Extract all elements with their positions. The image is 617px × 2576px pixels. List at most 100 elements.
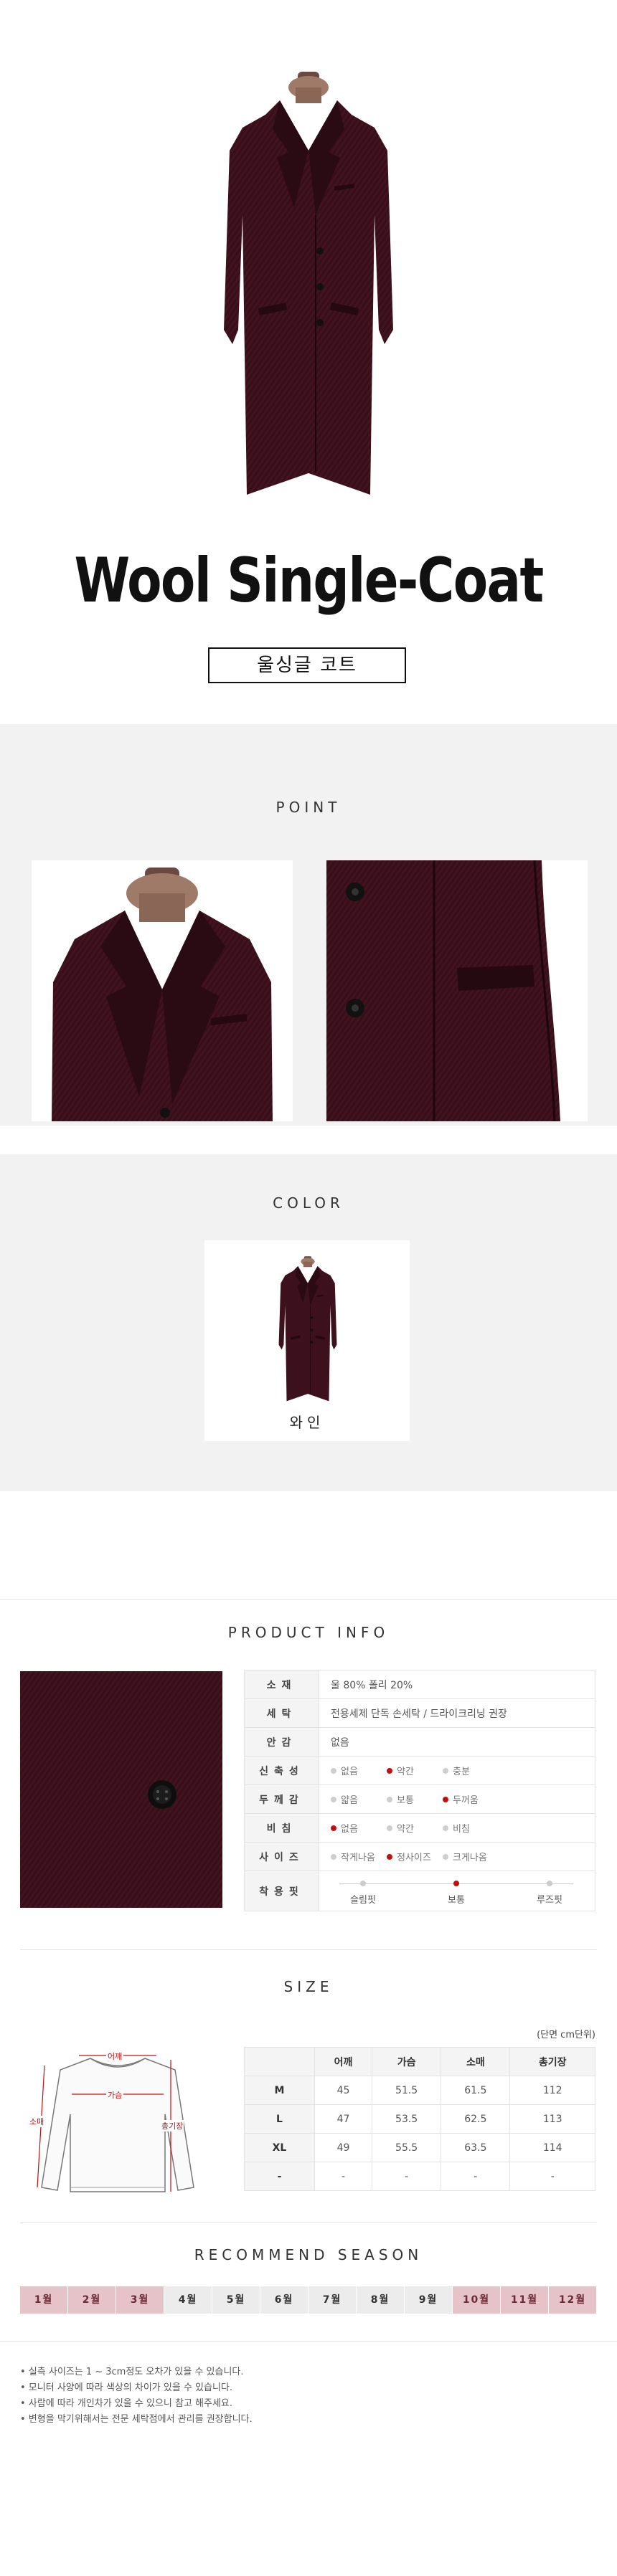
size-cell: 53.5	[372, 2104, 442, 2134]
size-row: XL 49 55.5 63.5 114	[244, 2133, 595, 2162]
info-label: 소재	[244, 1670, 319, 1699]
info-label: 안감	[244, 1727, 319, 1757]
option-dot-icon	[443, 1854, 448, 1860]
size-col-header: 총기장	[509, 2047, 595, 2076]
size-cell: -	[509, 2162, 595, 2191]
size-cell: 55.5	[372, 2133, 442, 2162]
size-cell: 114	[509, 2133, 595, 2162]
season-month-4: 4월	[164, 2286, 212, 2314]
info-label: 비침	[244, 1813, 319, 1843]
info-row-lining: 안감 없음	[244, 1727, 595, 1757]
option-item: 약간	[387, 1821, 443, 1835]
season-month-5: 5월	[212, 2286, 260, 2314]
product-info-section: PRODUCT INFO 소재 울 80% 폴리 20% 세탁 전용세제 단독 …	[0, 1599, 617, 2341]
point-image-buttons	[326, 860, 588, 1121]
info-label: 신축성	[244, 1756, 319, 1785]
color-section: COLOR 와인	[0, 1154, 617, 1491]
option-dot-icon	[331, 1797, 336, 1802]
info-label: 두께감	[244, 1784, 319, 1814]
size-row: - - - - -	[244, 2162, 595, 2191]
option-dot-icon	[443, 1768, 448, 1774]
option-dot-icon	[331, 1825, 336, 1831]
product-info-heading: PRODUCT INFO	[227, 1624, 390, 1641]
info-label: 착용핏	[244, 1871, 319, 1911]
option-dot-icon	[331, 1768, 336, 1774]
option-item: 보통	[387, 1792, 443, 1806]
fit-tick-icon	[360, 1880, 366, 1886]
info-row-sheerness: 비침 없음 약간 비침	[244, 1813, 595, 1843]
option-item: 정사이즈	[387, 1850, 443, 1863]
option-dot-icon	[387, 1797, 392, 1802]
fit-tick-icon	[453, 1880, 459, 1886]
size-cell: 49	[314, 2133, 373, 2162]
option-group: 얇음 보통 두꺼움	[319, 1784, 595, 1814]
option-item: 얇음	[331, 1792, 387, 1806]
season-month-9: 9월	[405, 2286, 453, 2314]
option-item: 작게나옴	[331, 1850, 387, 1863]
size-cell: -	[441, 2162, 511, 2191]
season-month-2: 2월	[68, 2286, 116, 2314]
size-col-header: 어깨	[314, 2047, 373, 2076]
info-row-size-fit: 사이즈 작게나옴 정사이즈 크게나옴	[244, 1842, 595, 1871]
size-row-label: -	[244, 2162, 315, 2191]
option-group: 없음 약간 비침	[319, 1813, 595, 1843]
info-row-stretch: 신축성 없음 약간 충분	[244, 1756, 595, 1785]
spacer	[0, 1126, 617, 1154]
option-dot-icon	[387, 1825, 392, 1831]
size-table-header: 어깨 가슴 소매 총기장	[244, 2047, 595, 2076]
diagram-label-chest: 가슴	[106, 2089, 124, 2101]
note-item: • 실측 사이즈는 1 ~ 3cm정도 오차가 있을 수 있습니다.	[20, 2367, 244, 2377]
size-row-label: XL	[244, 2133, 315, 2162]
size-cell: 61.5	[441, 2076, 511, 2105]
product-detail-page: Wool Single-Coat 울싱글 코트 POINT COLOR 와인 P…	[0, 0, 617, 2576]
section-divider	[20, 1949, 597, 1950]
info-value: 없음	[319, 1727, 595, 1757]
season-month-3: 3월	[116, 2286, 164, 2314]
section-divider	[20, 2222, 597, 2223]
size-cell: -	[372, 2162, 442, 2191]
option-dot-icon	[331, 1854, 336, 1860]
color-swatch-label: 와인	[289, 1414, 325, 1431]
diagram-label-shoulder: 어깨	[106, 2050, 124, 2062]
fit-label: 슬림핏	[350, 1894, 376, 1906]
notes-section: • 실측 사이즈는 1 ~ 3cm정도 오차가 있을 수 있습니다. • 모니터…	[0, 2341, 617, 2576]
size-heading: SIZE	[283, 1978, 334, 1995]
coat-swatch-image	[273, 1255, 342, 1405]
hero-section: Wool Single-Coat 울싱글 코트	[0, 0, 617, 724]
info-row-wearing-fit: 착용핏 슬림핏 보통 루즈핏	[244, 1871, 595, 1911]
option-item: 비침	[443, 1821, 499, 1835]
size-diagram: 어깨 가슴 소매 총기장	[29, 2044, 204, 2200]
option-group: 작게나옴 정사이즈 크게나옴	[319, 1842, 595, 1871]
season-month-row: 1월 2월 3월 4월 5월 6월 7월 8월 9월 10월 11월 12월	[20, 2286, 597, 2314]
product-title: Wool Single-Coat	[74, 545, 544, 617]
option-group: 없음 약간 충분	[319, 1756, 595, 1785]
color-swatch-wine[interactable]: 와인	[204, 1240, 410, 1441]
size-cell: -	[314, 2162, 373, 2191]
season-month-12: 12월	[549, 2286, 597, 2314]
size-cell: 45	[314, 2076, 373, 2105]
fit-scale: 슬림핏 보통 루즈핏	[331, 1875, 582, 1908]
fit-label: 보통	[448, 1894, 465, 1906]
notes-list: • 실측 사이즈는 1 ~ 3cm정도 오차가 있을 수 있습니다. • 모니터…	[20, 2364, 253, 2428]
option-dot-icon	[443, 1825, 448, 1831]
note-item: • 변형을 막기위해서는 전문 세탁점에서 관리를 권장합니다.	[20, 2414, 253, 2425]
info-label: 세탁	[244, 1698, 319, 1728]
option-dot-icon	[387, 1854, 392, 1860]
diagram-label-length: 총기장	[161, 2120, 184, 2131]
size-cell: 112	[509, 2076, 595, 2105]
season-month-7: 7월	[308, 2286, 357, 2314]
size-unit-note: (단면 cm단위)	[537, 2030, 595, 2040]
point-heading: POINT	[275, 799, 342, 816]
info-row-material: 소재 울 80% 폴리 20%	[244, 1670, 595, 1699]
size-row-label: M	[244, 2076, 315, 2105]
size-cell: 63.5	[441, 2133, 511, 2162]
size-row: L 47 53.5 62.5 113	[244, 2104, 595, 2134]
size-table: 어깨 가슴 소매 총기장 M 45 51.5 61.5 112 L 47 53.…	[244, 2047, 595, 2191]
option-item: 없음	[331, 1821, 387, 1835]
size-col-header: 소매	[441, 2047, 511, 2076]
info-value: 울 80% 폴리 20%	[319, 1670, 595, 1699]
option-item: 크게나옴	[443, 1850, 499, 1863]
size-cell: 113	[509, 2104, 595, 2134]
fit-tick-icon	[547, 1880, 552, 1886]
note-item: • 모니터 사양에 따라 색상의 차이가 있을 수 있습니다.	[20, 2382, 233, 2393]
